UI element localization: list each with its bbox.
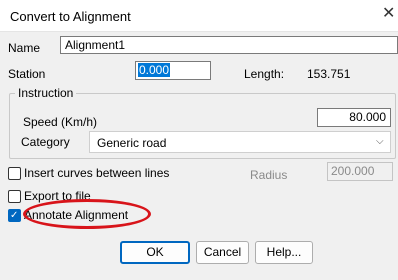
instruction-title: Instruction <box>15 86 77 100</box>
checkmark-icon: ✓ <box>10 210 19 221</box>
export-to-file-checkbox[interactable] <box>8 190 21 203</box>
annotate-alignment-checkbox[interactable]: ✓ <box>8 209 21 222</box>
help-button[interactable]: Help... <box>255 241 313 264</box>
radius-value: 200.000 <box>331 164 375 178</box>
title-bar: Convert to Alignment ✕ <box>0 0 398 32</box>
speed-label: Speed (Km/h) <box>23 115 98 129</box>
insert-curves-label[interactable]: Insert curves between lines <box>24 166 169 180</box>
category-label: Category <box>21 135 70 149</box>
close-icon[interactable]: ✕ <box>382 5 395 23</box>
name-input[interactable]: Alignment1 <box>60 36 398 54</box>
insert-curves-checkbox[interactable] <box>8 167 21 180</box>
ok-button[interactable]: OK <box>120 241 190 264</box>
chevron-down-icon: ⌵ <box>376 136 384 147</box>
category-dropdown[interactable]: Generic road ⌵ <box>89 131 391 153</box>
radius-input: 200.000 <box>327 162 393 181</box>
cancel-button[interactable]: Cancel <box>196 241 249 264</box>
window-title: Convert to Alignment <box>10 9 131 24</box>
station-label: Station <box>8 67 46 81</box>
station-input[interactable]: 0.000 <box>135 61 211 80</box>
name-label: Name <box>8 41 41 55</box>
station-value: 0.000 <box>138 63 171 77</box>
radius-label: Radius <box>250 168 288 182</box>
speed-input[interactable]: 80.000 <box>317 108 391 127</box>
length-value: 153.751 <box>307 67 351 81</box>
speed-value: 80.000 <box>349 110 386 124</box>
highlight-ellipse <box>23 199 151 229</box>
length-label: Length: <box>244 67 285 81</box>
category-value: Generic road <box>97 136 167 150</box>
name-value: Alignment1 <box>65 38 126 52</box>
